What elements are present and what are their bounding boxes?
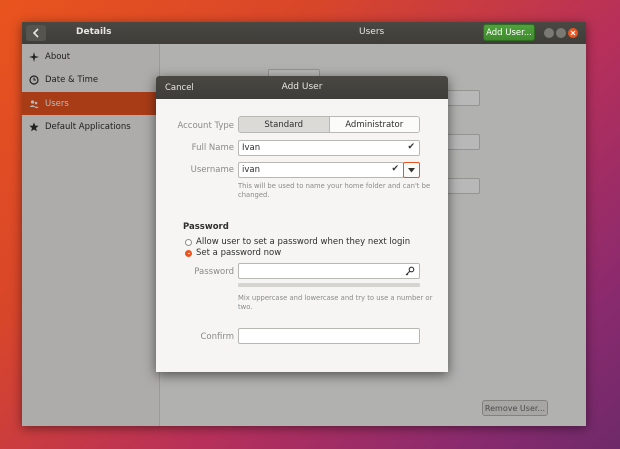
username-hint: This will be used to name your home fold…	[238, 182, 431, 199]
checkmark-icon: ✔	[407, 142, 415, 152]
account-type-administrator[interactable]: Administrator	[329, 117, 419, 132]
radio-button[interactable]	[185, 238, 192, 246]
username-dropdown-button[interactable]	[403, 162, 420, 178]
full-name-label: Full Name	[191, 143, 234, 153]
account-type-standard[interactable]: Standard	[239, 117, 330, 132]
window-title: Users	[359, 27, 385, 37]
generate-password-icon[interactable]	[405, 266, 415, 279]
add-user-dialog: Cancel Add User Account Type Standard Ad…	[156, 76, 448, 372]
radio-set-password-now[interactable]: Set a password now	[185, 248, 281, 258]
confirm-label: Confirm	[200, 332, 234, 342]
full-name-value: Ivan	[242, 143, 261, 153]
radio-set-password-later[interactable]: Allow user to set a password when they n…	[185, 237, 410, 247]
close-icon[interactable]	[568, 28, 578, 38]
back-button[interactable]	[26, 25, 46, 41]
password-section-title: Password	[183, 222, 229, 232]
username-field[interactable]: ivan ✔	[238, 162, 404, 178]
checkmark-icon: ✔	[391, 164, 399, 174]
add-user-button[interactable]: Add User...	[483, 24, 535, 41]
header-bar: Details Users Add User...	[22, 22, 586, 44]
password-strength-bar	[238, 283, 420, 287]
password-label: Password	[194, 267, 234, 277]
password-field[interactable]	[238, 263, 420, 279]
account-type-switch: Standard Administrator	[238, 116, 420, 133]
chevron-down-icon	[408, 167, 415, 172]
sidebar-title: Details	[76, 27, 112, 37]
chevron-left-icon	[32, 28, 39, 38]
dialog-title: Add User	[281, 82, 323, 92]
minimize-icon[interactable]	[544, 28, 554, 38]
username-label: Username	[190, 165, 234, 175]
account-type-label: Account Type	[177, 121, 234, 131]
confirm-password-field[interactable]	[238, 328, 420, 344]
radio-button[interactable]	[185, 249, 192, 257]
password-hint: Mix uppercase and lowercase and try to u…	[238, 294, 433, 311]
username-value: ivan	[242, 165, 260, 175]
full-name-field[interactable]: Ivan ✔	[238, 140, 420, 156]
maximize-icon[interactable]	[556, 28, 566, 38]
dialog-header: Cancel Add User	[156, 76, 448, 99]
